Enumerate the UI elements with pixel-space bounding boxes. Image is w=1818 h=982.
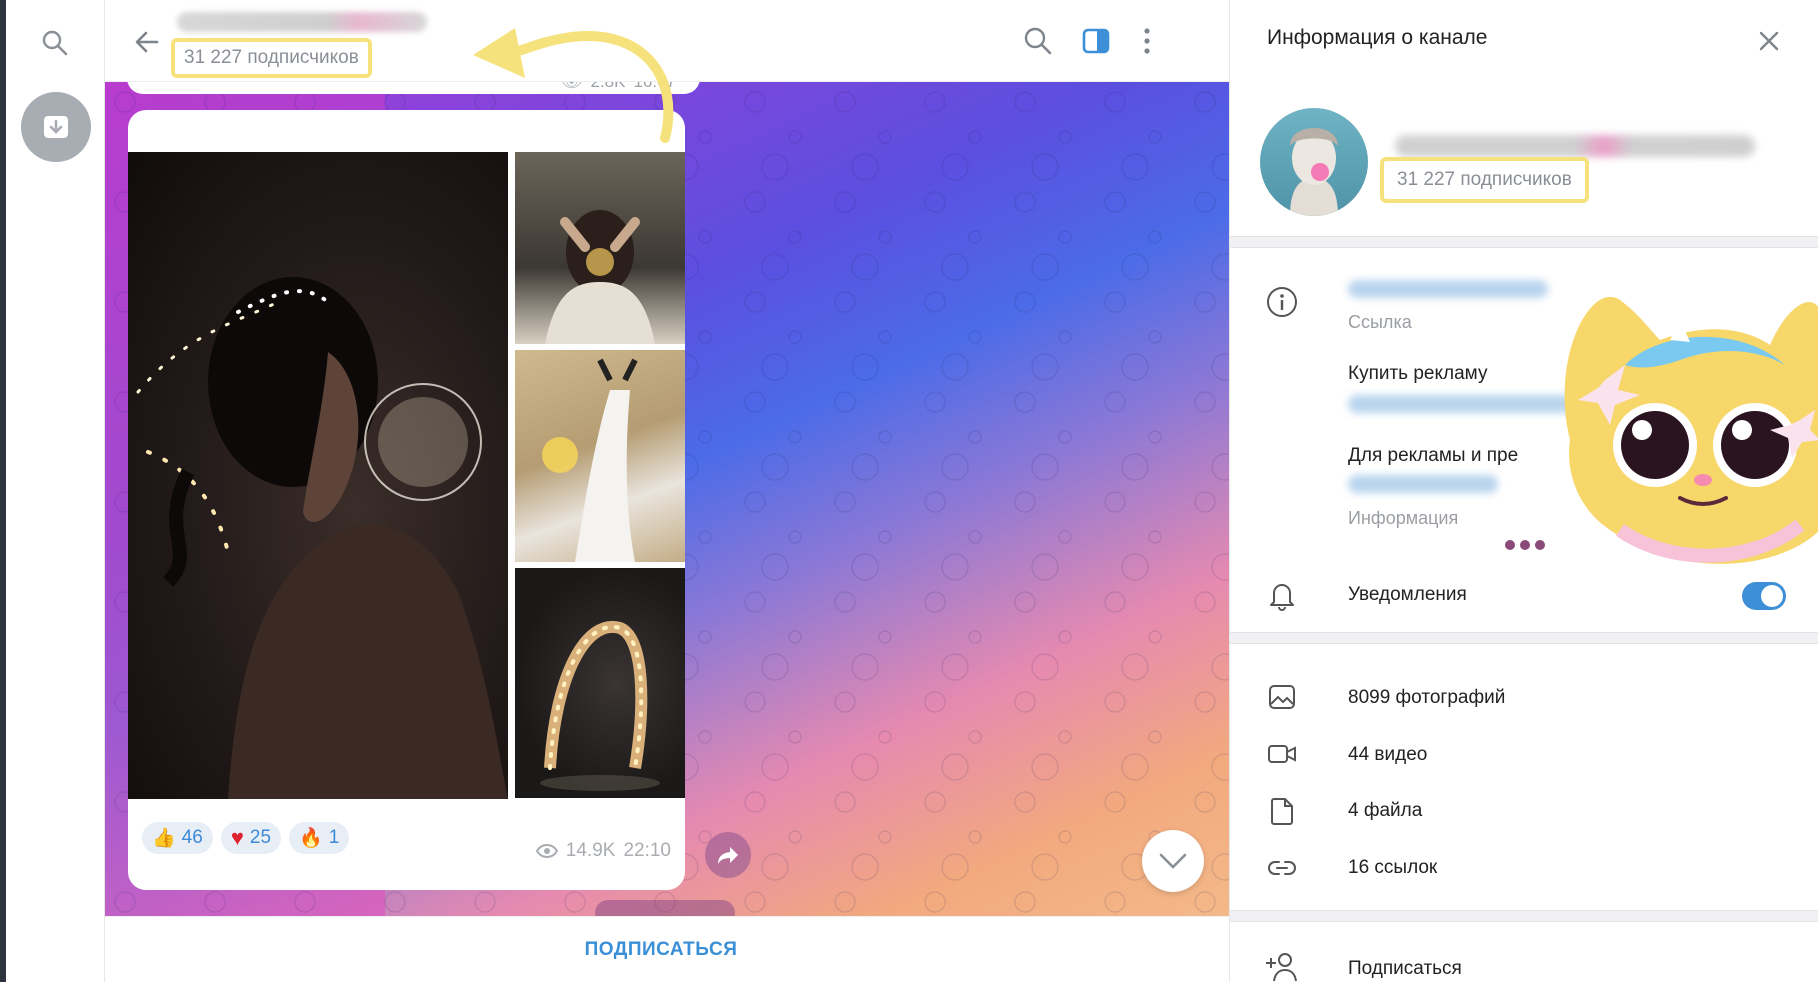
chevron-down-icon — [1159, 853, 1187, 869]
date-pill — [595, 900, 735, 916]
fire-icon: 🔥 — [299, 828, 323, 849]
chat-background: 👁 2.8K 16:07 — [105, 82, 1229, 916]
reactions-row: 👍 46 ♥ 25 🔥 1 — [142, 822, 350, 854]
previous-message-meta: 👁 2.8K 16:07 — [561, 82, 676, 92]
photo-icon — [1269, 685, 1295, 709]
photo-drawing — [542, 358, 638, 562]
thumbs-up-icon: 👍 — [152, 828, 176, 849]
channel-title-blurred — [177, 12, 427, 32]
photo-drawing — [540, 620, 660, 791]
dot — [1535, 540, 1545, 550]
reaction-count: 1 — [328, 827, 340, 848]
media-files[interactable]: 4 файла — [1348, 800, 1422, 822]
reaction-count: 25 — [249, 827, 272, 848]
more-menu-icon[interactable] — [1129, 23, 1165, 59]
photo-girl-arch[interactable] — [515, 568, 685, 798]
cat-sticker — [1564, 297, 1818, 564]
buy-ads-label: Купить рекламу — [1348, 363, 1488, 384]
forward-icon — [718, 847, 738, 864]
info-icon — [1267, 287, 1297, 317]
back-arrow-icon[interactable] — [129, 24, 165, 60]
heart-icon: ♥ — [230, 825, 244, 850]
add-user-icon — [1266, 953, 1297, 982]
ads-contact-blurred[interactable] — [1348, 475, 1498, 493]
reaction-count: 46 — [181, 827, 203, 848]
subscribe-bar[interactable]: ПОДПИСАТЬСЯ — [105, 916, 1229, 982]
previous-views: 2.8K — [590, 82, 625, 92]
forward-button[interactable] — [705, 832, 751, 878]
search-icon[interactable] — [40, 28, 70, 58]
sidebar-toggle-icon[interactable] — [1078, 23, 1114, 59]
message-bubble[interactable]: 👍 46 ♥ 25 🔥 1 14.9K 22:10 — [128, 110, 685, 890]
chat-area: 31 227 подписчиков 👁 2.8K 16:07 — [105, 0, 1229, 982]
previous-message: 👁 2.8K 16:07 — [127, 82, 700, 94]
dot — [1505, 540, 1515, 550]
channel-info-panel: Информация о канале 31 227 подписчиков С… — [1229, 0, 1818, 982]
message-meta: 14.9K 22:10 — [535, 840, 671, 862]
video-icon — [1268, 745, 1296, 763]
media-videos[interactable]: 44 видео — [1348, 744, 1427, 766]
link-label: Ссылка — [1348, 312, 1412, 332]
eye-icon: 👁 — [561, 82, 583, 92]
subscriber-count-text: 31 227 подписчиков — [1397, 169, 1572, 190]
photo-drawing — [545, 210, 655, 344]
photo-girl-back[interactable] — [515, 152, 685, 344]
media-links[interactable]: 16 ссылок — [1348, 857, 1437, 879]
chat-header: 31 227 подписчиков — [105, 0, 1229, 82]
search-icon[interactable] — [1020, 23, 1056, 59]
archive-button[interactable] — [21, 92, 91, 162]
photo-drawing — [136, 277, 508, 799]
avatar[interactable] — [1260, 108, 1368, 216]
subscriber-count-text: 31 227 подписчиков — [184, 47, 359, 68]
info-label: Информация — [1348, 508, 1459, 528]
channel-name-blurred — [1395, 135, 1755, 157]
link-icon — [1268, 861, 1296, 875]
scroll-down-button[interactable] — [1142, 830, 1204, 892]
reaction-fire[interactable]: 🔥 1 — [289, 822, 350, 854]
notifications-label: Уведомления — [1348, 584, 1467, 605]
bell-icon — [1270, 584, 1294, 611]
telegram-app: 31 227 подписчиков 👁 2.8K 16:07 — [0, 0, 1818, 982]
close-icon[interactable] — [1752, 24, 1786, 58]
previous-time: 16:07 — [633, 82, 676, 92]
chat-list-column — [6, 0, 105, 982]
photo-girl-couch[interactable] — [515, 350, 685, 562]
ads-contact-text: Для рекламы и пре — [1348, 445, 1519, 466]
divider — [1230, 236, 1818, 248]
media-photos[interactable]: 8099 фотографий — [1348, 687, 1505, 709]
subscriber-count: 31 227 подписчиков — [171, 38, 372, 78]
photo-girl-lights[interactable] — [128, 152, 508, 799]
message-time: 22:10 — [623, 840, 671, 861]
channel-link-blurred[interactable] — [1348, 280, 1548, 298]
subscribe-action[interactable]: Подписаться — [1348, 958, 1462, 980]
subscribe-button[interactable]: ПОДПИСАТЬСЯ — [585, 939, 738, 961]
typing-dots — [1505, 540, 1545, 550]
panel-title: Информация о канале — [1267, 26, 1488, 49]
archive-icon — [44, 116, 68, 138]
dot — [1520, 540, 1530, 550]
reaction-thumbs-up[interactable]: 👍 46 — [142, 822, 213, 854]
subscriber-count-panel: 31 227 подписчиков — [1380, 157, 1589, 203]
reaction-heart[interactable]: ♥ 25 — [220, 822, 282, 854]
avatar-image — [1290, 128, 1338, 216]
eye-icon — [535, 844, 558, 858]
divider — [1230, 632, 1818, 644]
views-count: 14.9K — [565, 840, 616, 861]
divider — [1230, 910, 1818, 922]
file-icon — [1271, 798, 1293, 825]
